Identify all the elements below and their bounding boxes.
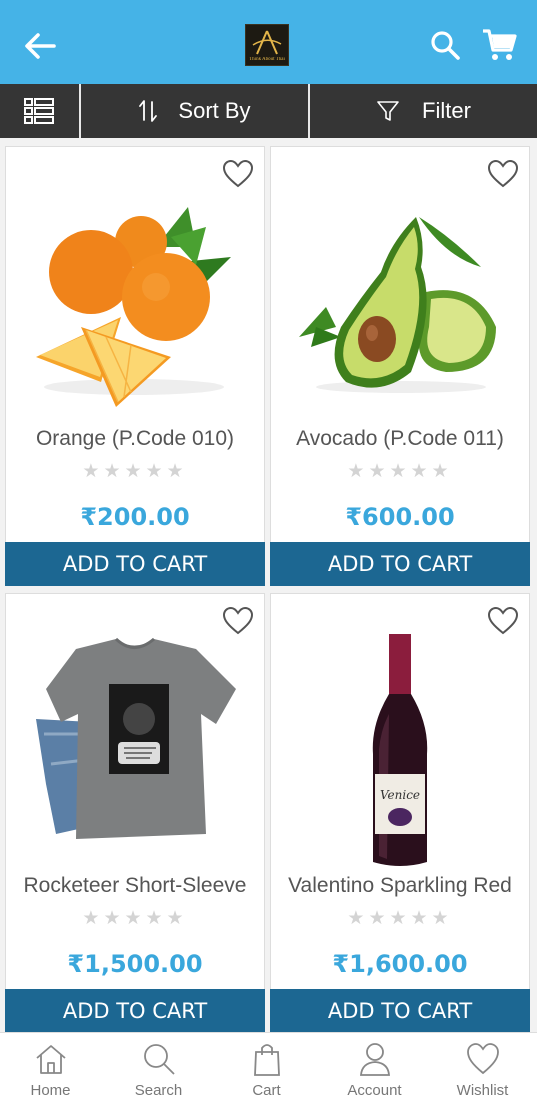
product-card[interactable]: Orange (P.Code 010) ★★★★★ ₹200.00 ADD TO…	[5, 146, 265, 586]
wishlist-button[interactable]	[222, 159, 254, 189]
tshirt-jeans-image	[36, 637, 236, 839]
product-price: ₹600.00	[345, 503, 455, 531]
sort-by-button[interactable]: Sort By	[81, 84, 308, 138]
app-bar: Think About Thai	[0, 0, 537, 84]
nav-home[interactable]: Home	[0, 1033, 104, 1107]
nav-wishlist[interactable]: Wishlist	[429, 1033, 536, 1107]
nav-account[interactable]: Account	[321, 1033, 428, 1107]
nav-cart-label: Cart	[252, 1082, 281, 1099]
product-card[interactable]: Venice Valentino Sparkling Red ★★★★★ ₹1,…	[270, 593, 530, 1032]
shopping-bag-icon	[253, 1044, 280, 1076]
brand-logo[interactable]: Think About Thai	[245, 24, 289, 66]
user-icon	[359, 1043, 390, 1076]
wishlist-button[interactable]	[222, 606, 254, 636]
product-image[interactable]	[6, 634, 264, 874]
home-icon	[35, 1045, 66, 1074]
heart-outline-icon	[487, 606, 519, 635]
product-name[interactable]: Valentino Sparkling Red	[271, 874, 529, 898]
product-name[interactable]: Avocado (P.Code 011)	[271, 427, 529, 451]
wishlist-button[interactable]	[487, 159, 519, 189]
add-to-cart-button[interactable]: ADD TO CART	[270, 989, 530, 1032]
orange-fruit-image	[36, 207, 231, 407]
view-toggle-button[interactable]	[0, 84, 79, 138]
search-icon	[431, 31, 460, 60]
rating-stars: ★★★★★	[82, 907, 188, 929]
nav-wishlist-label: Wishlist	[456, 1082, 509, 1099]
heart-outline-icon	[222, 159, 254, 188]
wishlist-button[interactable]	[487, 606, 519, 636]
heart-outline-icon	[487, 159, 519, 188]
nav-home-label: Home	[30, 1082, 71, 1099]
avocado-image	[299, 217, 496, 393]
search-icon	[143, 1044, 175, 1075]
product-name[interactable]: Rocketeer Short-Sleeve	[6, 874, 264, 898]
filter-label: Filter	[422, 98, 471, 123]
heart-icon	[466, 1043, 499, 1075]
rating-stars: ★★★★★	[82, 460, 188, 482]
list-view-icon	[24, 98, 54, 124]
sort-by-label: Sort By	[178, 98, 251, 123]
product-grid: Orange (P.Code 010) ★★★★★ ₹200.00 ADD TO…	[0, 138, 537, 1032]
product-price: ₹200.00	[80, 503, 190, 531]
nav-cart[interactable]: Cart	[213, 1033, 320, 1107]
product-price: ₹1,600.00	[332, 950, 468, 978]
wine-bottle-image: Venice	[372, 628, 428, 866]
nav-search[interactable]: Search	[105, 1033, 212, 1107]
rating-stars: ★★★★★	[347, 907, 453, 929]
add-to-cart-button[interactable]: ADD TO CART	[5, 989, 265, 1032]
cart-icon	[483, 29, 517, 60]
product-price: ₹1,500.00	[67, 950, 203, 978]
rating-stars: ★★★★★	[347, 460, 453, 482]
arrow-left-icon	[25, 33, 56, 59]
filter-funnel-icon	[377, 101, 399, 121]
sort-filter-toolbar: Sort By Filter	[0, 84, 537, 138]
bottom-navigation: Home Search Cart Account Wishlist	[0, 1032, 537, 1107]
product-image[interactable]	[271, 187, 529, 427]
logo-text: Think About Thai	[249, 57, 285, 62]
product-card[interactable]: Avocado (P.Code 011) ★★★★★ ₹600.00 ADD T…	[270, 146, 530, 586]
sort-arrows-icon	[139, 100, 158, 122]
svg-text:Venice: Venice	[380, 788, 420, 802]
product-image[interactable]: Venice	[271, 628, 529, 874]
add-to-cart-button[interactable]: ADD TO CART	[5, 542, 265, 586]
cart-button[interactable]	[480, 26, 518, 64]
back-button[interactable]	[20, 26, 60, 66]
filter-button[interactable]: Filter	[310, 84, 537, 138]
product-image[interactable]	[6, 187, 264, 427]
nav-account-label: Account	[347, 1082, 402, 1099]
nav-search-label: Search	[134, 1082, 183, 1099]
heart-outline-icon	[222, 606, 254, 635]
product-card[interactable]: Rocketeer Short-Sleeve ★★★★★ ₹1,500.00 A…	[5, 593, 265, 1032]
logo-mark-icon	[252, 30, 282, 55]
add-to-cart-button[interactable]: ADD TO CART	[270, 542, 530, 586]
product-name[interactable]: Orange (P.Code 010)	[6, 427, 264, 451]
search-button[interactable]	[428, 28, 462, 62]
